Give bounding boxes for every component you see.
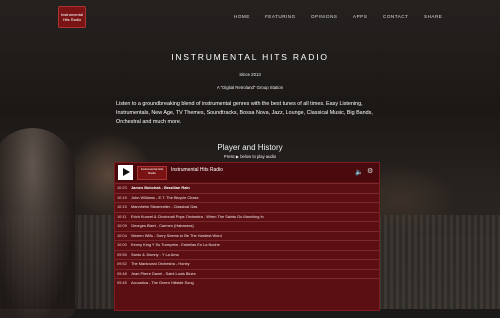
track-time: 09:48 (117, 270, 127, 276)
nav-item-contact[interactable]: CONTACT (383, 14, 408, 19)
since-text: Since 2013 (239, 72, 261, 77)
volume-icon[interactable]: 🔈 (355, 168, 363, 176)
track-time: 09:52 (117, 261, 127, 266)
gear-icon[interactable]: ⚙ (367, 167, 373, 175)
track-time: 09:45 (117, 280, 127, 285)
nav-item-apps[interactable]: APPS (353, 14, 367, 19)
track-history-list: 10:23 James Bobchak - Brazilian Rain 10:19… (115, 183, 379, 288)
track-row: 10:15 Mannheim Steamroller - Classical Ga… (115, 202, 379, 212)
track-title: John Williams - E.T. The Bicycle Chase (131, 194, 199, 200)
track-row: 10:23 James Bobchak - Brazilian Rain (115, 183, 379, 193)
track-time: 10:11 (117, 213, 127, 219)
nav-item-opinions[interactable]: OPINIONS (311, 14, 337, 19)
track-time: 10:00 (117, 242, 127, 247)
player-station-name: Instrumental Hits Radio (171, 167, 223, 173)
track-title: Acoustica - The Green Hillside Song (131, 280, 194, 285)
track-row: 10:04 Warren Wills - Sorry Seems to Be Th… (115, 230, 379, 241)
press-suffix: below to play audio (240, 154, 277, 159)
track-row: 09:45 Acoustica - The Green Hillside Song (115, 278, 379, 288)
track-row: 09:52 The Mantovani Orchestra - Honey (115, 259, 379, 269)
track-row: 10:11 Erich Kunzel & Cincinnati Pops Orch… (115, 211, 379, 222)
track-row: 10:09 Georges Bizet - Carmen (Habanera) (115, 221, 379, 231)
play-icon (123, 168, 130, 176)
group-station-text: A "Digital Retroland" Group Station (216, 85, 284, 90)
nav-item-featuring[interactable]: FEATURING (265, 14, 296, 19)
play-button[interactable] (118, 165, 133, 180)
track-time: 10:04 (117, 232, 127, 238)
player-logo-text: Instrumental Hits Radio (140, 167, 164, 175)
press-hint: Press ▶ below to play audio (0, 154, 500, 159)
track-time: 10:19 (117, 194, 127, 200)
track-row: 10:00 Kenny King Y Su Trompeta - Estrella… (115, 240, 379, 250)
track-title: Jean Pierre Danel - Saint Louis Blues (131, 270, 196, 276)
track-row: 10:19 John Williams - E.T. The Bicycle Ch… (115, 192, 379, 203)
track-title: Kenny King Y Su Trompeta - Estrellas En … (131, 242, 220, 247)
track-row: 09:55 Santo & Jhonny - Y La Ama (115, 249, 379, 260)
track-title: Mannheim Steamroller - Classical Gas (131, 204, 198, 209)
track-time: 10:23 (117, 185, 127, 190)
track-row: 09:48 Jean Pierre Danel - Saint Louis Blu… (115, 268, 379, 279)
track-title: Santo & Jhonny - Y La Ama (131, 251, 179, 257)
audio-player: Instrumental Hits Radio Instrumental Hit… (114, 162, 380, 311)
track-title: Georges Bizet - Carmen (Habanera) (131, 223, 194, 228)
track-time: 09:55 (117, 251, 127, 257)
track-time: 10:09 (117, 223, 127, 228)
track-title: The Mantovani Orchestra - Honey (131, 261, 190, 266)
track-title: James Bobchak - Brazilian Rain (131, 185, 190, 190)
nav-item-home[interactable]: HOME (234, 14, 250, 19)
station-description: Listen to a groundbreaking blend of inst… (116, 101, 373, 125)
player-history-heading: Player and History (217, 143, 283, 152)
track-time: 10:15 (117, 204, 127, 209)
player-header: Instrumental Hits Radio Instrumental Hit… (115, 163, 379, 182)
player-logo: Instrumental Hits Radio (137, 166, 167, 180)
inline-play-icon: ▶ (235, 154, 240, 159)
track-title: Erich Kunzel & Cincinnati Pops Orchestra… (131, 213, 264, 219)
top-nav: HOME FEATURING OPINIONS APPS CONTACT SHA… (0, 14, 500, 22)
track-title: Warren Wills - Sorry Seems to Be The Har… (131, 232, 222, 238)
nav-item-share[interactable]: SHARE (424, 14, 442, 19)
press-label: Press (223, 154, 235, 159)
page-title: INSTRUMENTAL HITS RADIO (171, 52, 329, 62)
